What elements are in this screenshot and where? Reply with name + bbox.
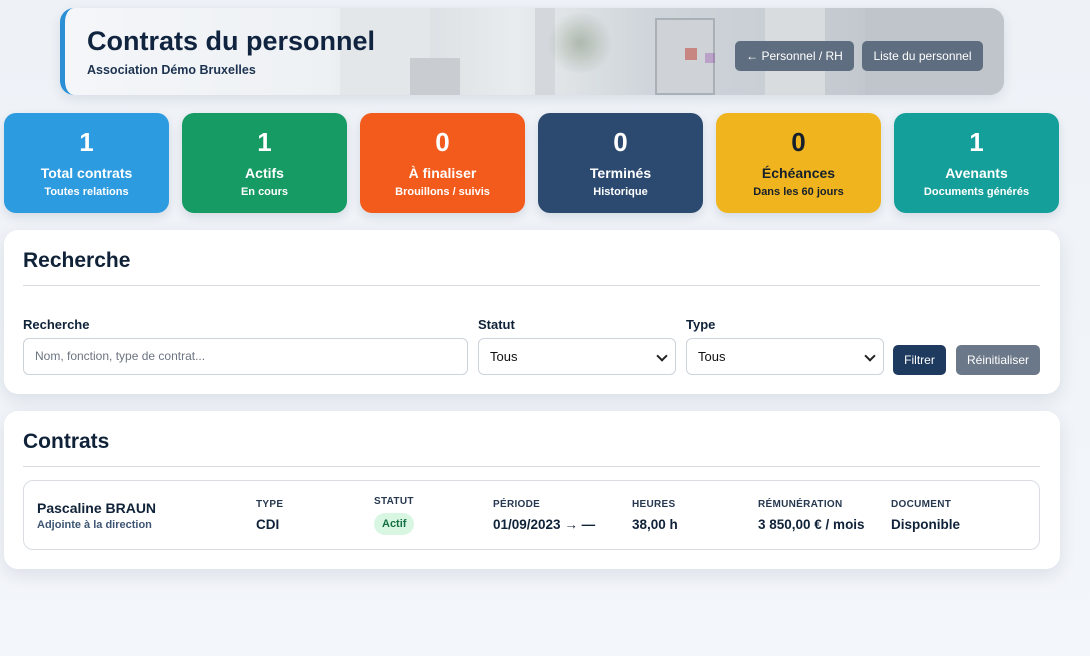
status-field-label: Statut [478, 317, 515, 332]
hours-column: HEURES 38,00 h [632, 499, 678, 532]
stat-value: 1 [969, 127, 984, 157]
stat-label: Avenants [945, 165, 1008, 181]
chevron-down-icon [864, 350, 876, 362]
stat-sublabel: Documents générés [923, 186, 1030, 198]
stat-value: 0 [613, 127, 628, 157]
type-field-label: Type [686, 317, 716, 332]
page-title: Contrats du personnel [87, 26, 376, 56]
search-panel-title: Recherche [23, 249, 131, 272]
salary-value: 3 850,00 € / mois [758, 517, 865, 532]
stat-value: 1 [257, 127, 272, 157]
stat-sublabel: Dans les 60 jours [753, 186, 844, 198]
stat-label: Terminés [589, 165, 652, 181]
stat-label: À finaliser [408, 165, 477, 181]
back-to-hr-button[interactable]: ← Personnel / RH [735, 41, 854, 71]
hours-value: 38,00 h [632, 517, 678, 532]
staff-list-button[interactable]: Liste du personnel [862, 41, 983, 71]
stat-card-active: 1 Actifs En cours [182, 113, 347, 213]
organization-name: Association Démo Bruxelles [87, 63, 256, 77]
stat-value: 0 [791, 127, 806, 157]
filter-button[interactable]: Filtrer [893, 345, 946, 375]
stat-sublabel: Historique [593, 186, 648, 198]
search-panel: Recherche Recherche Nom, fonction, type … [4, 230, 1060, 394]
stat-card-deadlines: 0 Échéances Dans les 60 jours [716, 113, 881, 213]
divider [23, 285, 1040, 286]
document-header: DOCUMENT [891, 499, 952, 510]
stat-sublabel: En cours [240, 186, 289, 198]
stat-value: 1 [79, 127, 94, 157]
period-value: 01/09/2023 → — [493, 517, 596, 532]
stat-label: Total contrats [40, 165, 133, 181]
stat-card-amendments: 1 Avenants Documents générés [894, 113, 1059, 213]
stat-label: Échéances [761, 165, 836, 181]
type-select[interactable]: Tous [686, 338, 884, 375]
search-input[interactable]: Nom, fonction, type de contrat... [23, 338, 468, 375]
status-header: STATUT [374, 496, 414, 507]
chevron-down-icon [656, 350, 668, 362]
period-column: PÉRIODE 01/09/2023 → — [493, 499, 595, 532]
type-select-value: Tous [698, 349, 726, 364]
stat-card-total-contracts: 1 Total contrats Toutes relations [4, 113, 169, 213]
type-value: CDI [256, 517, 280, 532]
employee-role: Adjointe à la direction [37, 519, 152, 531]
status-select[interactable]: Tous [478, 338, 676, 375]
stat-card-finished: 0 Terminés Historique [538, 113, 703, 213]
contract-row[interactable]: Pascaline BRAUN Adjointe à la direction … [23, 480, 1040, 550]
hours-header: HEURES [632, 499, 676, 510]
period-header: PÉRIODE [493, 499, 541, 510]
salary-header: RÉMUNÉRATION [758, 499, 843, 510]
contracts-panel: Contrats Pascaline BRAUN Adjointe à la d… [4, 411, 1060, 569]
stat-card-to-finalize: 0 À finaliser Brouillons / suivis [360, 113, 525, 213]
stat-label: Actifs [245, 165, 284, 181]
page-header: Contrats du personnel Association Démo B… [60, 8, 1004, 95]
search-field-label: Recherche [23, 317, 90, 332]
stat-sublabel: Toutes relations [44, 186, 129, 198]
contracts-panel-title: Contrats [23, 430, 110, 453]
stat-value: 0 [435, 127, 450, 157]
document-column: DOCUMENT Disponible [891, 499, 960, 532]
salary-column: RÉMUNÉRATION 3 850,00 € / mois [758, 499, 865, 532]
type-column: TYPE CDI [256, 499, 283, 532]
status-badge: Actif [374, 513, 415, 535]
reset-button[interactable]: Réinitialiser [956, 345, 1040, 375]
status-select-value: Tous [490, 349, 518, 364]
type-header: TYPE [256, 499, 284, 510]
employee-name[interactable]: Pascaline BRAUN [37, 500, 156, 516]
status-column: STATUT Actif [374, 496, 415, 535]
divider [23, 466, 1040, 467]
document-value[interactable]: Disponible [891, 517, 960, 532]
stat-sublabel: Brouillons / suivis [395, 186, 490, 198]
